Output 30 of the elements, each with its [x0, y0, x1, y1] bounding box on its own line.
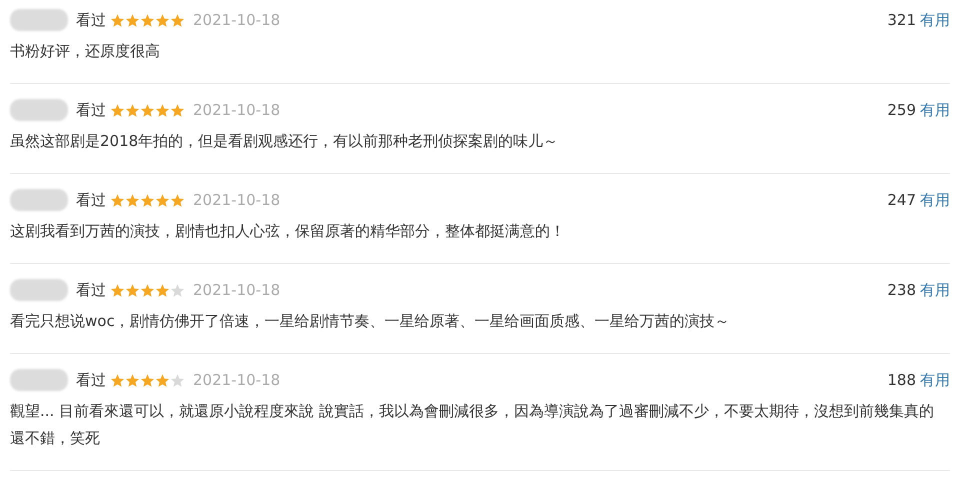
watch-status: 看过 — [76, 10, 106, 31]
review-text: 看完只想说woc，剧情仿佛开了倍速，一星给剧情节奏、一星给原著、一星给画面质感、一星给万茜的演技～ — [10, 311, 731, 332]
vote-count: 259 — [887, 100, 916, 121]
blurred-avatar — [10, 279, 68, 301]
review-text: 虽然这部剧是2018年拍的，但是看剧观感还行，有以前那种老刑侦探案剧的味儿～ — [10, 131, 560, 152]
review-text: 觀望... 目前看來還可以，就還原小說程度來說 說實話，我以為會刪減很多，因為導演說為了過審刪減不少，不要太期待，沒想到前幾集真的還不錯，笑死 — [10, 401, 935, 449]
review-date: 2021-10-18 — [193, 100, 280, 121]
review-date: 2021-10-18 — [193, 280, 280, 301]
blurred-avatar — [10, 99, 68, 121]
watch-status: 看过 — [76, 370, 106, 391]
vote-count: 188 — [887, 370, 916, 391]
vote-count: 321 — [887, 10, 916, 31]
review-text: 这剧我看到万茜的演技，剧情也扣人心弦，保留原著的精华部分，整体都挺满意的！ — [10, 221, 566, 242]
review-date: 2021-10-18 — [193, 190, 280, 211]
review-date: 2021-10-18 — [193, 10, 280, 31]
useful-link[interactable]: 有用 — [920, 8, 950, 32]
watch-status: 看过 — [76, 100, 106, 121]
watch-status: 看过 — [76, 280, 106, 301]
blurred-avatar — [10, 189, 68, 211]
watch-status: 看过 — [76, 190, 106, 211]
useful-link[interactable]: 有用 — [920, 98, 950, 122]
vote-count: 247 — [887, 190, 916, 211]
review-text: 书粉好评，还原度很高 — [10, 41, 161, 62]
vote-count: 238 — [887, 280, 916, 301]
blurred-avatar — [10, 369, 68, 391]
useful-link[interactable]: 有用 — [920, 368, 950, 392]
review-date: 2021-10-18 — [193, 370, 280, 391]
useful-link[interactable]: 有用 — [920, 278, 950, 302]
blurred-avatar — [10, 9, 68, 31]
useful-link[interactable]: 有用 — [920, 188, 950, 212]
